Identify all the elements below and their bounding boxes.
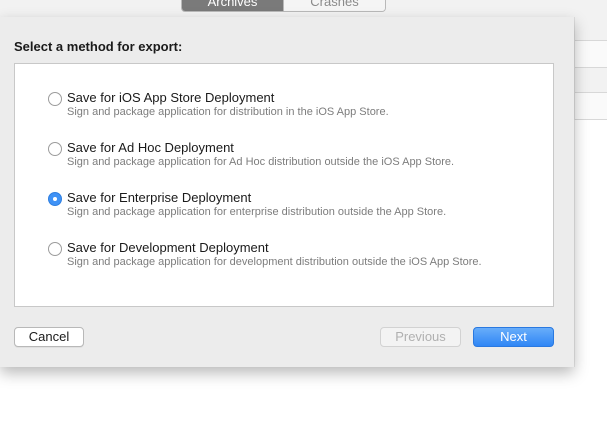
background-list-row — [575, 92, 607, 120]
previous-button[interactable]: Previous — [380, 327, 461, 347]
export-sheet: Select a method for export: Save for iOS… — [0, 17, 574, 367]
radio-button-selected-icon[interactable] — [48, 192, 62, 206]
option-development[interactable]: Save for Development Deployment Sign and… — [48, 240, 528, 280]
sheet-title: Select a method for export: — [14, 39, 183, 54]
option-title: Save for Development Deployment — [67, 240, 269, 255]
option-ad-hoc[interactable]: Save for Ad Hoc Deployment Sign and pack… — [48, 140, 528, 180]
option-title: Save for Enterprise Deployment — [67, 190, 252, 205]
option-description: Sign and package application for develop… — [67, 256, 482, 268]
tab-archives[interactable]: Archives — [182, 0, 283, 11]
export-options-box: Save for iOS App Store Deployment Sign a… — [14, 63, 554, 307]
option-app-store[interactable]: Save for iOS App Store Deployment Sign a… — [48, 90, 528, 130]
tab-crashes[interactable]: Crashes — [283, 0, 385, 11]
radio-button-icon[interactable] — [48, 142, 62, 156]
radio-button-icon[interactable] — [48, 242, 62, 256]
next-button[interactable]: Next — [473, 327, 554, 347]
option-title: Save for iOS App Store Deployment — [67, 90, 275, 105]
radio-button-icon[interactable] — [48, 92, 62, 106]
segmented-control: Archives Crashes — [181, 0, 386, 12]
background-list-row — [575, 40, 607, 68]
option-title: Save for Ad Hoc Deployment — [67, 140, 234, 155]
option-description: Sign and package application for enterpr… — [67, 206, 447, 218]
option-enterprise[interactable]: Save for Enterprise Deployment Sign and … — [48, 190, 528, 230]
option-description: Sign and package application for distrib… — [67, 106, 389, 118]
cancel-button[interactable]: Cancel — [14, 327, 84, 347]
option-description: Sign and package application for Ad Hoc … — [67, 156, 455, 168]
